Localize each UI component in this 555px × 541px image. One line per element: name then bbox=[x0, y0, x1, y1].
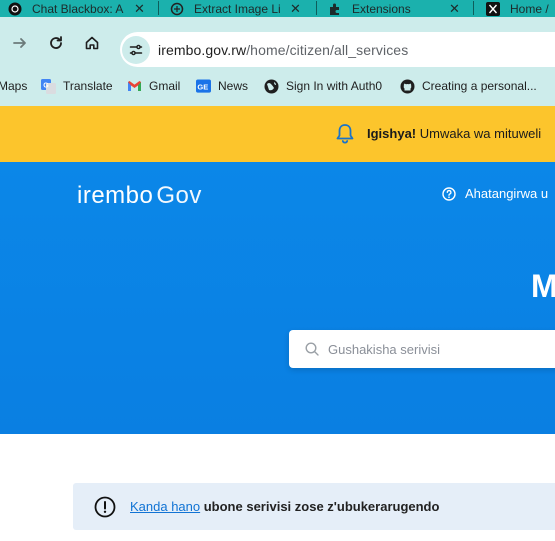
tab-title: Chat Blackbox: A bbox=[32, 1, 124, 16]
address-bar[interactable]: irembo.gov.rw/home/citizen/all_services bbox=[120, 32, 555, 67]
globe-icon bbox=[264, 79, 279, 94]
hero-section: irembo Gov Ahatangirwa u M bbox=[0, 162, 555, 434]
google-news-icon: GE bbox=[196, 79, 211, 94]
reload-button[interactable] bbox=[43, 30, 69, 56]
github-icon bbox=[400, 79, 415, 94]
gmail-icon bbox=[127, 79, 142, 94]
bookmarks-bar: Maps G Translate Gmail GE News Sign In w… bbox=[0, 70, 555, 106]
close-icon[interactable]: ✕ bbox=[290, 1, 301, 17]
bookmark-gmail[interactable]: Gmail bbox=[127, 70, 180, 102]
page-title: M bbox=[531, 268, 555, 304]
tab-title: Home / bbox=[510, 1, 549, 16]
bookmark-translate[interactable]: G Translate bbox=[41, 70, 113, 102]
arrow-right-icon bbox=[13, 38, 26, 48]
bookmark-label: Creating a personal... bbox=[422, 79, 537, 93]
tab-title: Extensions bbox=[352, 1, 411, 16]
logo-gov: Gov bbox=[156, 182, 202, 209]
site-info-icon[interactable] bbox=[122, 35, 150, 64]
url-text: irembo.gov.rw/home/citizen/all_services bbox=[158, 42, 408, 58]
bookmark-label: Sign In with Auth0 bbox=[286, 79, 383, 93]
bookmark-news[interactable]: GE News bbox=[196, 70, 248, 102]
alert-text: Kanda hano ubone serivisi zose z'ubukera… bbox=[127, 499, 439, 514]
tab-extensions[interactable]: Extensions ✕ bbox=[328, 0, 472, 17]
browser-toolbar: irembo.gov.rw/home/citizen/all_services bbox=[0, 17, 555, 70]
bookmark-label: Gmail bbox=[149, 79, 181, 93]
tab-chat-blackbox[interactable]: Chat Blackbox: A ✕ bbox=[8, 0, 158, 17]
help-label: Ahatangirwa u bbox=[465, 186, 549, 201]
x-logo-icon bbox=[486, 1, 500, 16]
tab-divider bbox=[158, 1, 159, 15]
blackbox-icon bbox=[8, 2, 22, 16]
tab-divider bbox=[316, 1, 317, 15]
bookmark-label: Maps bbox=[0, 79, 28, 93]
tab-extract-image[interactable]: Extract Image Li ✕ bbox=[170, 0, 316, 17]
svg-text:G: G bbox=[43, 82, 49, 89]
google-translate-icon: G bbox=[41, 78, 56, 94]
search-input[interactable] bbox=[328, 341, 555, 357]
announcement-label: Igishya! bbox=[367, 126, 417, 141]
puzzle-icon bbox=[328, 2, 342, 16]
irembo-gov-logo[interactable]: irembo Gov bbox=[77, 182, 202, 210]
bookmark-label: News bbox=[218, 79, 249, 93]
bookmark-auth0[interactable]: Sign In with Auth0 bbox=[264, 70, 382, 102]
announcement-message: Umwaka wa mituweli bbox=[416, 126, 542, 141]
home-icon bbox=[85, 36, 99, 50]
close-icon[interactable]: ✕ bbox=[134, 1, 145, 17]
help-circle-icon bbox=[442, 186, 456, 201]
logo-main: irembo bbox=[77, 182, 154, 209]
svg-text:GE: GE bbox=[197, 82, 208, 91]
reload-icon bbox=[50, 36, 62, 49]
bell-icon bbox=[336, 124, 354, 144]
kanda-hano-link[interactable]: Kanda hano bbox=[130, 499, 200, 514]
url-host: irembo.gov.rw bbox=[158, 41, 247, 58]
tourism-services-alert: Kanda hano ubone serivisi zose z'ubukera… bbox=[73, 483, 555, 530]
info-icon bbox=[94, 496, 116, 517]
home-button[interactable] bbox=[79, 30, 105, 56]
alert-message: ubone serivisi zose z'ubukerarugendo bbox=[200, 499, 440, 514]
url-path: /home/citizen/all_services bbox=[246, 41, 409, 58]
openai-icon bbox=[170, 2, 184, 16]
announcement-text[interactable]: Igishya! Umwaka wa mituweli bbox=[367, 126, 541, 141]
tab-title: Extract Image Li bbox=[194, 1, 281, 16]
close-icon[interactable]: ✕ bbox=[449, 1, 460, 17]
bookmark-github[interactable]: Creating a personal... bbox=[400, 70, 537, 102]
bookmark-maps[interactable]: Maps bbox=[0, 70, 27, 102]
forward-button[interactable] bbox=[7, 30, 33, 56]
search-icon bbox=[305, 342, 319, 356]
tab-divider bbox=[473, 1, 474, 15]
bookmark-label: Translate bbox=[63, 79, 113, 93]
announcement-banner: Igishya! Umwaka wa mituweli bbox=[0, 106, 555, 162]
service-search-box[interactable] bbox=[289, 330, 555, 368]
tab-strip: Chat Blackbox: A ✕ Extract Image Li ✕ Ex… bbox=[0, 0, 555, 17]
tab-x-home[interactable]: Home / bbox=[486, 0, 555, 17]
help-link[interactable]: Ahatangirwa u bbox=[442, 186, 548, 201]
